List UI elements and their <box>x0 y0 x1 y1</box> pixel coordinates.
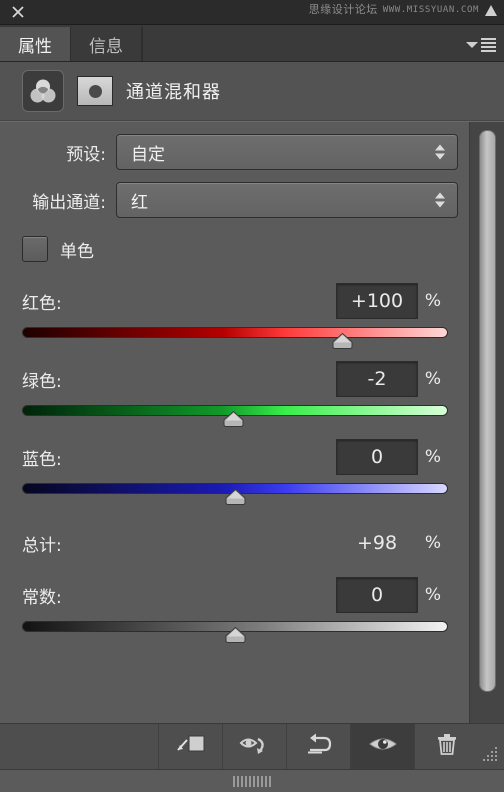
chevron-down-icon <box>466 42 478 48</box>
total-value: +98 <box>356 532 398 554</box>
adjustment-header: 通道混和器 <box>0 62 504 121</box>
constant-label: 常数: <box>22 587 62 608</box>
stepper-arrows-icon <box>435 192 445 208</box>
watermark-cn-text: 思缘设计论坛 <box>308 3 378 16</box>
eye-icon <box>368 733 398 760</box>
stepper-arrows-icon <box>435 144 445 160</box>
monochrome-row: 单色 <box>0 228 470 270</box>
layer-mask-thumbnail[interactable] <box>77 76 113 106</box>
mask-dot-icon <box>88 84 102 98</box>
channel-mixer-icon[interactable] <box>22 70 64 112</box>
close-icon[interactable] <box>10 4 26 20</box>
panel-toolbar <box>0 723 504 769</box>
tab-info-label: 信息 <box>89 36 123 57</box>
output-channel-label: 输出通道: <box>32 192 106 213</box>
reset-icon <box>305 732 333 761</box>
tab-strip-filler <box>142 27 504 61</box>
blue-slider[interactable] <box>22 480 448 505</box>
constant-slider-thumb[interactable] <box>225 627 246 643</box>
clip-to-layer-button[interactable] <box>158 724 222 769</box>
tab-strip: 属性 信息 <box>0 25 504 62</box>
vertical-scrollbar-thumb[interactable] <box>479 130 496 692</box>
constant-slider[interactable] <box>22 618 448 643</box>
preset-row: 预设: 自定 <box>0 132 470 172</box>
red-slider-track <box>22 327 448 338</box>
eye-button[interactable] <box>350 724 414 769</box>
reset-button[interactable] <box>286 724 350 769</box>
panel-drag-bar[interactable] <box>0 769 504 792</box>
vertical-scrollbar[interactable] <box>469 122 504 723</box>
hamburger-menu-icon <box>481 38 496 52</box>
tab-properties[interactable]: 属性 <box>0 27 71 61</box>
red-slider[interactable] <box>22 324 448 349</box>
red-slider-group: 红色: +100 % <box>0 283 470 349</box>
blue-slider-group: 蓝色: 0 % <box>0 439 470 505</box>
tab-properties-label: 属性 <box>18 36 52 57</box>
tab-info[interactable]: 信息 <box>71 27 142 61</box>
red-slider-thumb[interactable] <box>332 333 353 349</box>
preset-select[interactable]: 自定 <box>116 134 458 170</box>
properties-panel: 思缘设计论坛 WWW.MISSYUAN.COM 属性 信息 通道混和器 预设: … <box>0 0 504 792</box>
blue-label: 蓝色: <box>22 449 62 470</box>
constant-percent-sign: % <box>424 585 442 605</box>
output-channel-row: 输出通道: 红 <box>0 180 470 220</box>
panel-menu-button[interactable] <box>466 38 496 52</box>
green-slider[interactable] <box>22 402 448 427</box>
watermark-corner-icon <box>484 4 498 17</box>
toggle-layer-visibility-icon <box>239 732 271 761</box>
green-slider-thumb[interactable] <box>223 411 244 427</box>
title-bar: 思缘设计论坛 WWW.MISSYUAN.COM <box>0 0 504 25</box>
monochrome-checkbox[interactable] <box>22 236 48 262</box>
monochrome-label: 单色 <box>60 241 94 262</box>
constant-value-input[interactable]: 0 <box>336 577 418 613</box>
red-value-input[interactable]: +100 <box>336 283 418 319</box>
trash-button[interactable] <box>414 724 478 769</box>
total-row: 总计: +98 % <box>0 526 470 560</box>
resize-grip-icon <box>483 747 499 763</box>
panel-content: 预设: 自定 输出通道: 红 单色 红色: +100 % 绿色: -2 % 蓝色… <box>0 122 470 723</box>
blue-slider-thumb[interactable] <box>225 489 246 505</box>
blue-percent-sign: % <box>424 447 442 467</box>
panel-body: 预设: 自定 输出通道: 红 单色 红色: +100 % 绿色: -2 % 蓝色… <box>0 121 504 723</box>
red-percent-sign: % <box>424 291 442 311</box>
preset-select-value: 自定 <box>131 144 165 165</box>
watermark-url-text: WWW.MISSYUAN.COM <box>382 5 479 15</box>
output-channel-select-value: 红 <box>131 192 148 213</box>
green-percent-sign: % <box>424 369 442 389</box>
green-slider-group: 绿色: -2 % <box>0 361 470 427</box>
preset-label: 预设: <box>66 144 106 165</box>
green-value-input[interactable]: -2 <box>336 361 418 397</box>
constant-slider-group: 常数: 0 % <box>0 577 470 643</box>
green-label: 绿色: <box>22 371 62 392</box>
output-channel-select[interactable]: 红 <box>116 182 458 218</box>
clip-to-layer-icon <box>176 732 206 761</box>
toggle-layer-visibility-button[interactable] <box>222 724 286 769</box>
watermark: 思缘设计论坛 WWW.MISSYUAN.COM <box>309 3 498 17</box>
total-label: 总计: <box>22 535 62 556</box>
total-percent-sign: % <box>424 533 442 553</box>
page-title: 通道混和器 <box>126 82 221 103</box>
blue-value-input[interactable]: 0 <box>336 439 418 475</box>
red-label: 红色: <box>22 293 62 314</box>
trash-icon <box>435 732 459 761</box>
resize-grip[interactable] <box>478 724 504 769</box>
drag-handle-icon <box>233 775 271 787</box>
